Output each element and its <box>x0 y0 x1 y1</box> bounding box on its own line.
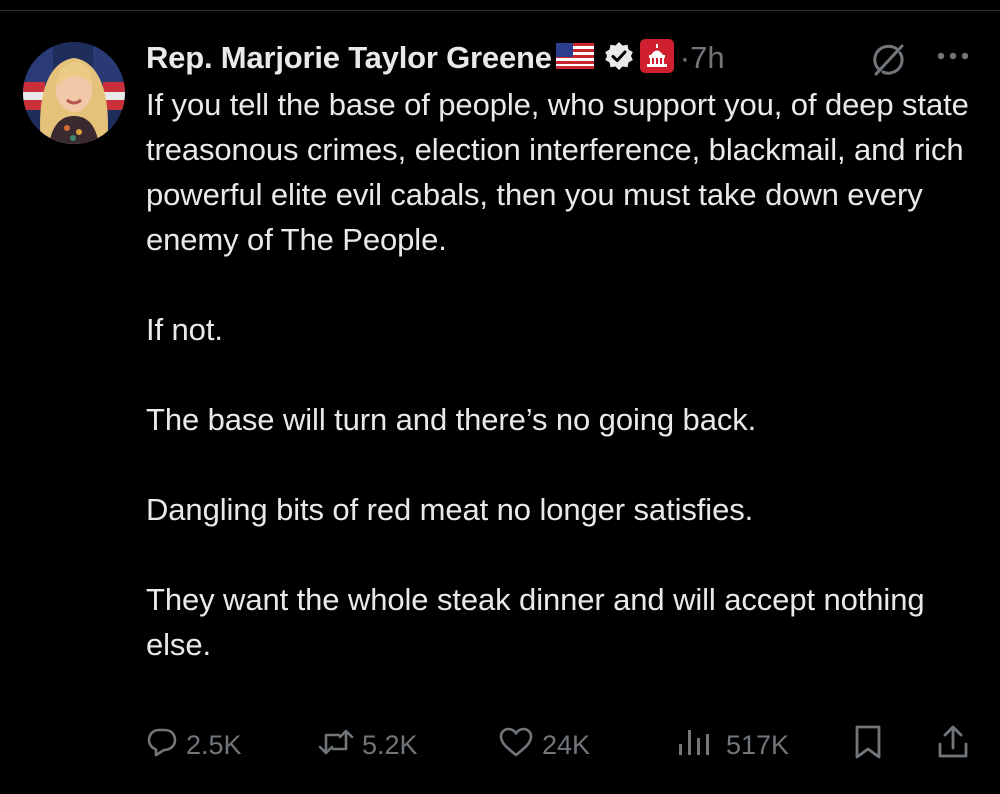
views-chart-icon <box>676 726 712 765</box>
views-count: 517K <box>726 729 790 760</box>
reply-icon <box>146 726 178 765</box>
repost-icon <box>318 726 354 765</box>
post-timestamp[interactable]: ·7h <box>680 40 725 76</box>
bookmark-button[interactable] <box>852 722 884 768</box>
avatar-photo <box>23 42 125 144</box>
like-button[interactable]: 24K <box>498 722 590 768</box>
author-name[interactable]: Rep. Marjorie Taylor Greene <box>146 40 552 76</box>
repost-count: 5.2K <box>362 729 418 760</box>
like-count: 24K <box>542 729 591 760</box>
more-options-icon[interactable] <box>935 48 975 69</box>
reply-button[interactable]: 2.5K <box>146 722 242 768</box>
heart-icon <box>498 726 534 765</box>
bookmark-icon <box>852 724 884 767</box>
post-paragraph: If you tell the base of people, who supp… <box>146 87 969 257</box>
post-paragraph: If not. <box>146 312 223 347</box>
avatar[interactable] <box>23 42 125 144</box>
share-button[interactable] <box>936 722 970 768</box>
capitol-affiliation-icon[interactable] <box>639 38 674 78</box>
post-text: If you tell the base of people, who supp… <box>146 82 976 712</box>
post-paragraph: The base will turn and there’s no going … <box>146 402 757 437</box>
grok-icon[interactable] <box>870 42 906 83</box>
post-paragraph: They want the whole steak dinner and wil… <box>146 582 925 662</box>
post-paragraph: Dangling bits of red meat no longer sati… <box>146 492 754 527</box>
share-icon <box>936 724 970 767</box>
top-divider <box>0 10 1000 11</box>
reply-count: 2.5K <box>186 729 242 760</box>
action-bar: 2.5K 5.2K 24K 517K <box>146 722 976 768</box>
verified-badge-icon[interactable] <box>604 41 634 76</box>
post-header: Rep. Marjorie Taylor Greene ·7h <box>146 36 725 80</box>
views-button[interactable]: 517K <box>676 722 789 768</box>
repost-button[interactable]: 5.2K <box>318 722 418 768</box>
us-flag-icon <box>555 42 594 74</box>
